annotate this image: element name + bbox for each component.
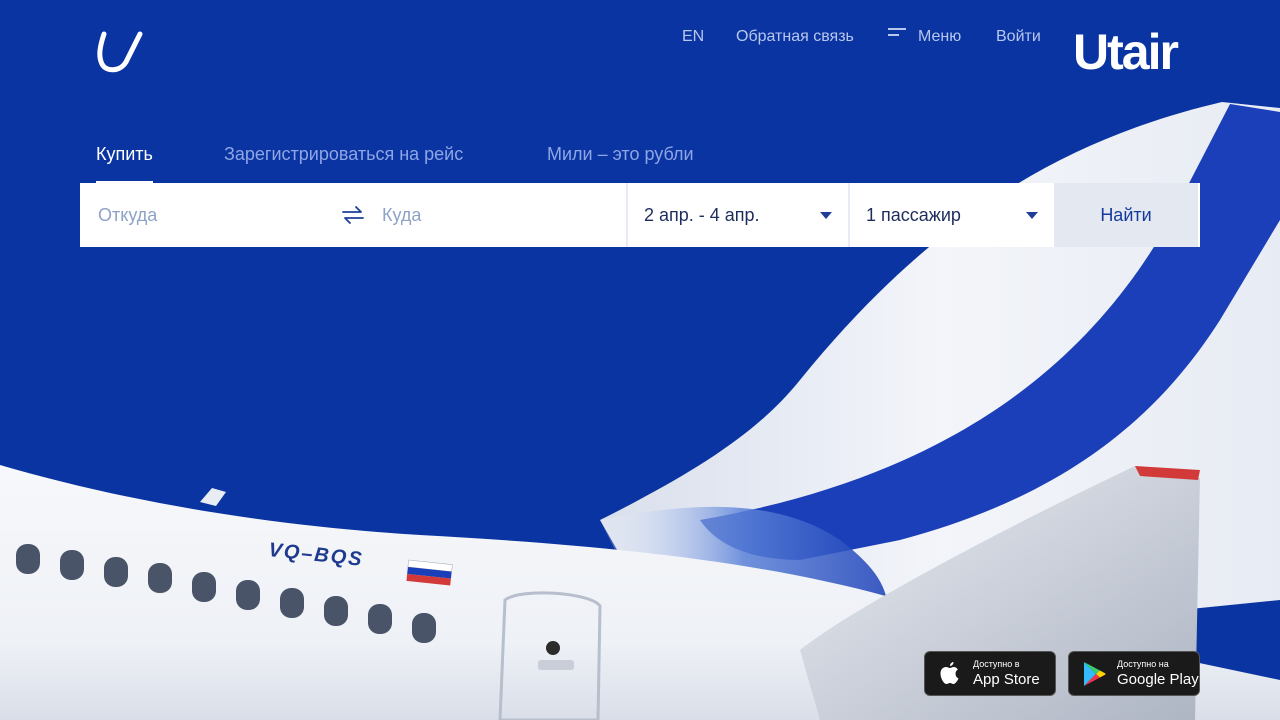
flight-search-form: 2 апр. - 4 апр. 1 пассажир Найти xyxy=(80,183,1200,247)
swap-button[interactable] xyxy=(330,183,376,247)
chevron-down-icon xyxy=(1026,211,1038,219)
destination-field[interactable] xyxy=(376,183,626,247)
menu-label: Меню xyxy=(918,28,962,45)
tab-checkin[interactable]: Зарегистрироваться на рейс xyxy=(224,144,463,181)
dates-dropdown[interactable]: 2 апр. - 4 апр. xyxy=(626,183,848,247)
google-play-label: Google Play xyxy=(1117,671,1199,688)
dates-value: 2 апр. - 4 апр. xyxy=(644,204,760,225)
language-switch-link[interactable]: EN xyxy=(682,28,704,46)
brand-wordmark[interactable]: Utair xyxy=(1073,24,1179,80)
chevron-down-icon xyxy=(820,211,832,219)
tab-miles[interactable]: Мили – это рубли xyxy=(547,144,694,181)
feedback-link[interactable]: Обратная связь xyxy=(736,28,854,46)
menu-button[interactable]: Меню xyxy=(888,28,961,46)
swap-arrows-icon xyxy=(342,206,364,224)
hero-aircraft-image: VQ–BQS xyxy=(0,0,1280,720)
app-store-badge[interactable]: Доступно в App Store xyxy=(924,651,1056,696)
origin-field[interactable] xyxy=(80,183,330,247)
app-store-caption: Доступно в xyxy=(973,659,1020,669)
origin-input[interactable] xyxy=(96,203,330,227)
apple-icon xyxy=(935,659,965,689)
passengers-value: 1 пассажир xyxy=(866,204,961,225)
google-play-icon xyxy=(1079,659,1109,689)
destination-input[interactable] xyxy=(380,203,626,227)
google-play-badge[interactable]: Доступно на Google Play xyxy=(1068,651,1200,696)
google-play-caption: Доступно на xyxy=(1117,659,1169,669)
tab-buy[interactable]: Купить xyxy=(96,144,153,185)
utair-logo-icon[interactable] xyxy=(96,30,144,74)
find-button[interactable]: Найти xyxy=(1054,183,1198,247)
login-link[interactable]: Войти xyxy=(996,28,1041,46)
menu-icon xyxy=(888,28,906,36)
passengers-dropdown[interactable]: 1 пассажир xyxy=(848,183,1054,247)
app-store-label: App Store xyxy=(973,671,1040,688)
